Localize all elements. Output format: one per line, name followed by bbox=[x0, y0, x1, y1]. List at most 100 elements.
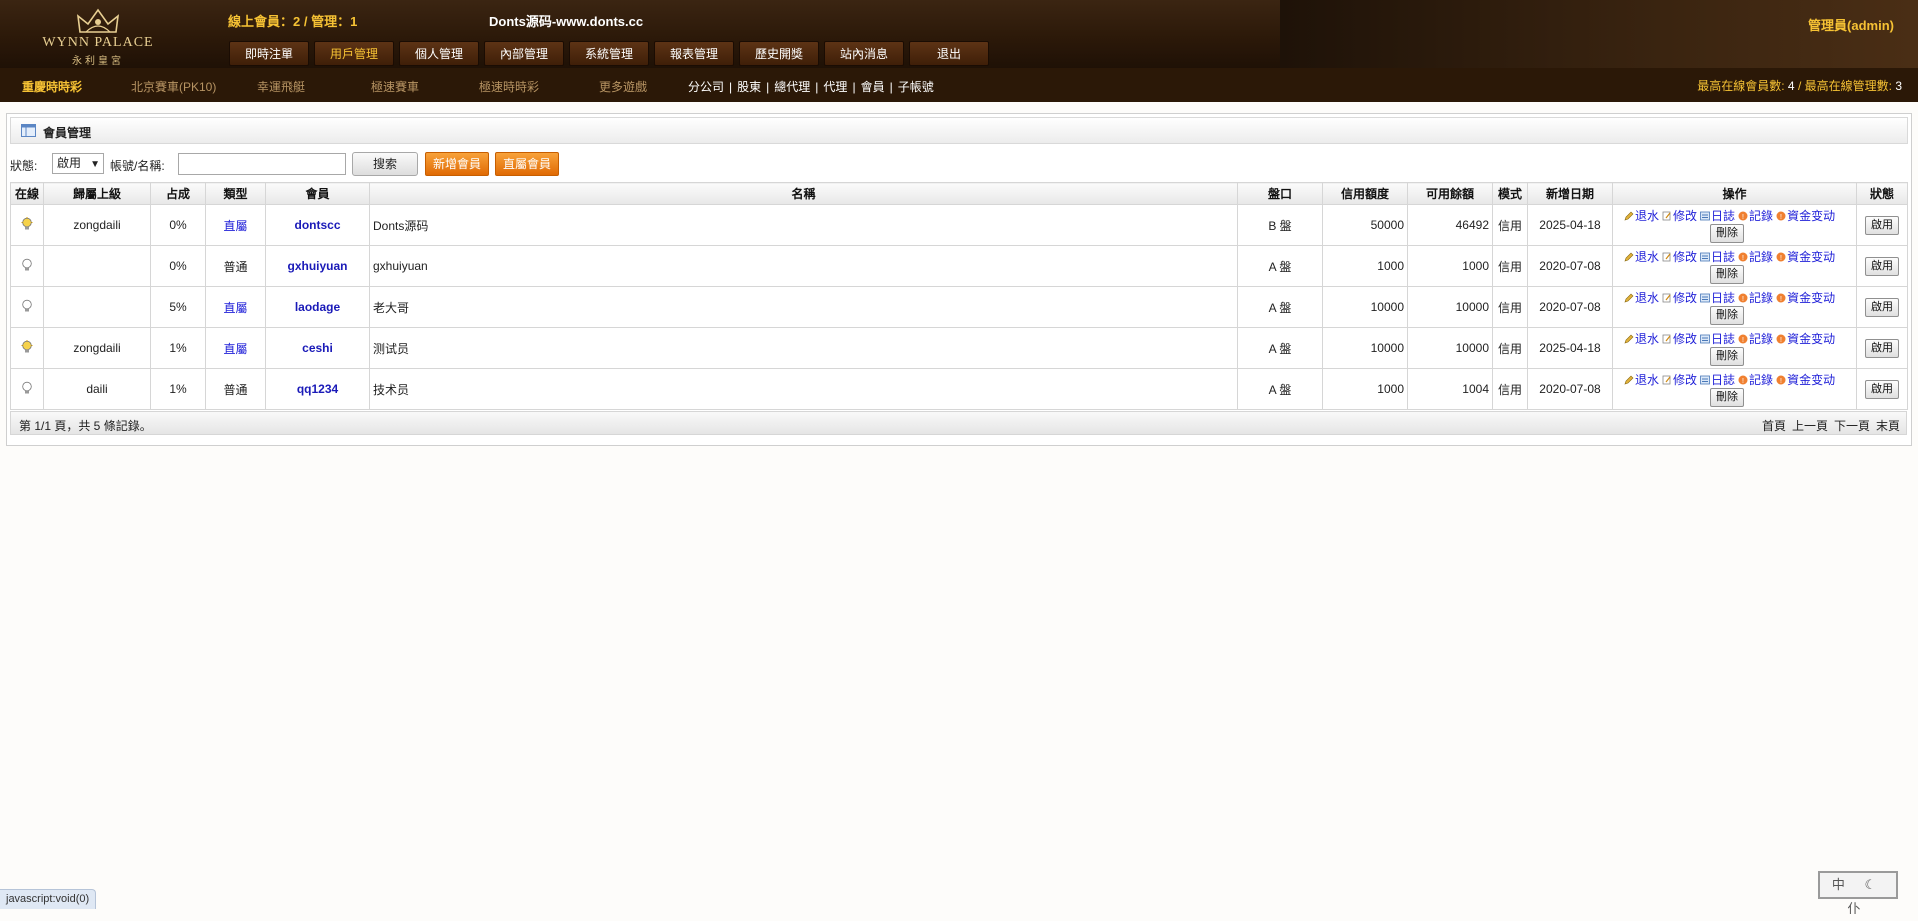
link-member[interactable]: 會員 bbox=[861, 80, 885, 94]
op-label: 記錄 bbox=[1749, 332, 1774, 346]
op-fund-change-link[interactable]: ! 資金变动 bbox=[1776, 332, 1835, 346]
delete-button[interactable]: 刪除 bbox=[1710, 265, 1744, 284]
op-fund-change-link[interactable]: ! 資金变动 bbox=[1776, 373, 1835, 387]
account-link[interactable]: ceshi bbox=[265, 327, 370, 369]
status-select[interactable]: 啟用 ▼ bbox=[52, 153, 104, 174]
status-filter-label: 狀態: bbox=[10, 159, 38, 173]
op-record-link[interactable]: ! 記錄 bbox=[1738, 373, 1773, 387]
game-lucky-airship[interactable]: 幸運飛艇 bbox=[257, 78, 305, 95]
op-log-link[interactable]: 日誌 bbox=[1700, 373, 1735, 387]
first-page-link[interactable]: 首頁 bbox=[1762, 419, 1786, 433]
op-fund-change-link[interactable]: ! 資金变动 bbox=[1776, 209, 1835, 223]
op-rebate-link[interactable]: 退水 bbox=[1624, 250, 1659, 264]
op-log-link[interactable]: 日誌 bbox=[1700, 291, 1735, 305]
status-toggle-button[interactable]: 啟用 bbox=[1865, 256, 1899, 276]
op-fund-change-link[interactable]: ! 資金变动 bbox=[1776, 291, 1835, 305]
admin-user-label[interactable]: 管理員(admin) bbox=[1808, 15, 1894, 34]
op-label: 資金变动 bbox=[1787, 250, 1836, 264]
link-sub-account[interactable]: 子帳號 bbox=[898, 80, 934, 94]
col-share: 占成 bbox=[150, 182, 206, 205]
table-row: 5% 直屬 laodage 老大哥 A 盤 10000 10000 信用 2020-07-08 退… bbox=[10, 286, 1908, 328]
op-rebate-link[interactable]: 退水 bbox=[1624, 291, 1659, 305]
op-label: 修改 bbox=[1673, 291, 1698, 305]
game-speed-ssc[interactable]: 極速時時彩 bbox=[479, 78, 539, 95]
status-toggle-button[interactable]: 啟用 bbox=[1865, 379, 1899, 399]
pencil-icon bbox=[1624, 211, 1634, 221]
link-agent[interactable]: 代理 bbox=[823, 80, 847, 94]
link-branch[interactable]: 分公司 bbox=[688, 80, 724, 94]
balance-cell: 10000 bbox=[1407, 286, 1493, 328]
op-edit-link[interactable]: 修改 bbox=[1662, 250, 1697, 264]
op-record-link[interactable]: ! 記錄 bbox=[1738, 332, 1773, 346]
nav-user-management[interactable]: 用戶管理 bbox=[314, 41, 394, 66]
op-fund-change-link[interactable]: ! 資金变动 bbox=[1776, 250, 1835, 264]
type-cell[interactable]: 直屬 bbox=[205, 327, 266, 369]
nav-system-management[interactable]: 系統管理 bbox=[569, 41, 649, 66]
game-speed-racing[interactable]: 極速賽車 bbox=[371, 78, 419, 95]
op-rebate-link[interactable]: 退水 bbox=[1624, 332, 1659, 346]
link-shareholder[interactable]: 股東 bbox=[737, 80, 761, 94]
nav-personal-management[interactable]: 個人管理 bbox=[399, 41, 479, 66]
record-icon: ! bbox=[1738, 211, 1748, 221]
next-page-link[interactable]: 下一頁 bbox=[1834, 419, 1870, 433]
search-button[interactable]: 搜索 bbox=[352, 152, 418, 176]
parent-cell: daili bbox=[43, 368, 151, 410]
op-edit-link[interactable]: 修改 bbox=[1662, 332, 1697, 346]
online-cell bbox=[10, 286, 44, 328]
members-table: 在線 歸屬上級 占成 類型 會員 名稱 盤口 信用額度 可用餘額 模式 新增日期… bbox=[10, 182, 1908, 410]
account-link[interactable]: dontscc bbox=[265, 204, 370, 246]
status-toggle-button[interactable]: 啟用 bbox=[1865, 338, 1899, 358]
op-record-link[interactable]: ! 記錄 bbox=[1738, 291, 1773, 305]
op-record-link[interactable]: ! 記錄 bbox=[1738, 209, 1773, 223]
account-search-input[interactable] bbox=[178, 153, 346, 175]
nav-logout[interactable]: 退出 bbox=[909, 41, 989, 66]
chevron-down-icon: ▼ bbox=[90, 159, 100, 170]
max-online-info: 最高在線會員數: 4 / 最高在線管理數: 3 bbox=[1697, 77, 1902, 94]
date-cell: 2025-04-18 bbox=[1527, 204, 1613, 246]
nav-report-management[interactable]: 報表管理 bbox=[654, 41, 734, 66]
table-header-row: 在線 歸屬上級 占成 類型 會員 名稱 盤口 信用額度 可用餘額 模式 新增日期… bbox=[10, 182, 1908, 205]
nav-draw-history[interactable]: 歷史開獎 bbox=[739, 41, 819, 66]
game-chongqing-ssc[interactable]: 重慶時時彩 bbox=[22, 78, 82, 95]
credit-cell: 1000 bbox=[1322, 245, 1408, 287]
delete-button[interactable]: 刪除 bbox=[1710, 388, 1744, 407]
status-toggle-button[interactable]: 啟用 bbox=[1865, 215, 1899, 235]
account-link[interactable]: laodage bbox=[265, 286, 370, 328]
account-link[interactable]: qq1234 bbox=[265, 368, 370, 410]
game-more[interactable]: 更多遊戲 bbox=[599, 78, 647, 95]
type-cell[interactable]: 直屬 bbox=[205, 204, 266, 246]
delete-button[interactable]: 刪除 bbox=[1710, 224, 1744, 243]
op-record-link[interactable]: ! 記錄 bbox=[1738, 250, 1773, 264]
pan-cell: A 盤 bbox=[1237, 327, 1323, 369]
col-date: 新增日期 bbox=[1527, 182, 1613, 205]
operations-links: 退水 修改 日誌! 記錄! 資金变动 bbox=[1624, 371, 1838, 388]
op-log-link[interactable]: 日誌 bbox=[1700, 209, 1735, 223]
type-cell[interactable]: 直屬 bbox=[205, 286, 266, 328]
nav-internal-management[interactable]: 內部管理 bbox=[484, 41, 564, 66]
nav-live-bets[interactable]: 即時注單 bbox=[229, 41, 309, 66]
op-label: 修改 bbox=[1673, 373, 1698, 387]
add-member-button[interactable]: 新增會員 bbox=[425, 152, 489, 176]
svg-text:!: ! bbox=[1780, 337, 1782, 344]
lightbulb-icon bbox=[22, 299, 32, 311]
op-edit-link[interactable]: 修改 bbox=[1662, 373, 1697, 387]
nav-site-messages[interactable]: 站內消息 bbox=[824, 41, 904, 66]
op-rebate-link[interactable]: 退水 bbox=[1624, 373, 1659, 387]
op-log-link[interactable]: 日誌 bbox=[1700, 332, 1735, 346]
op-rebate-link[interactable]: 退水 bbox=[1624, 209, 1659, 223]
op-edit-link[interactable]: 修改 bbox=[1662, 291, 1697, 305]
operations-links: 退水 修改 日誌! 記錄! 資金变动 bbox=[1624, 330, 1838, 347]
prev-page-link[interactable]: 上一頁 bbox=[1792, 419, 1828, 433]
account-type-links: 分公司 | 股東 | 總代理 | 代理 | 會員 | 子帳號 bbox=[688, 78, 934, 95]
status-toggle-button[interactable]: 啟用 bbox=[1865, 297, 1899, 317]
delete-button[interactable]: 刪除 bbox=[1710, 347, 1744, 366]
direct-members-button[interactable]: 直屬會員 bbox=[495, 152, 559, 176]
game-beijing-pk10[interactable]: 北京賽車(PK10) bbox=[131, 78, 216, 95]
link-general-agent[interactable]: 總代理 bbox=[774, 80, 810, 94]
last-page-link[interactable]: 末頁 bbox=[1876, 419, 1900, 433]
delete-button[interactable]: 刪除 bbox=[1710, 306, 1744, 325]
op-log-link[interactable]: 日誌 bbox=[1700, 250, 1735, 264]
op-edit-link[interactable]: 修改 bbox=[1662, 209, 1697, 223]
date-cell: 2025-04-18 bbox=[1527, 327, 1613, 369]
account-link[interactable]: gxhuiyuan bbox=[265, 245, 370, 287]
